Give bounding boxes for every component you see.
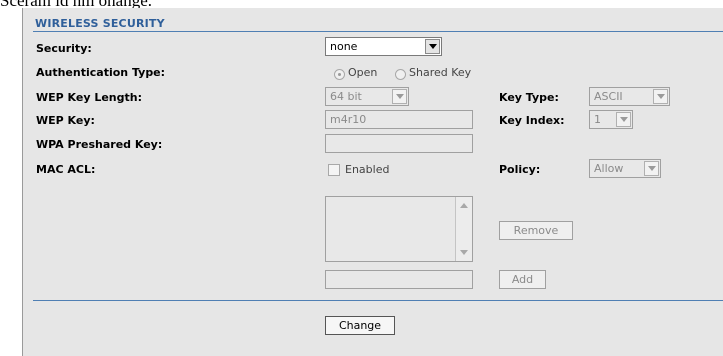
- mac-acl-list[interactable]: [325, 196, 473, 262]
- policy-value: Allow: [594, 162, 624, 175]
- auth-open-label: Open: [348, 66, 378, 79]
- auth-open-radio[interactable]: [334, 69, 345, 80]
- key-type-label: Key Type:: [499, 91, 559, 104]
- mac-acl-enabled-label: Enabled: [345, 163, 390, 176]
- key-index-select[interactable]: 1: [589, 110, 633, 129]
- chevron-down-icon[interactable]: [616, 112, 631, 127]
- key-type-select[interactable]: ASCII: [589, 87, 670, 106]
- mac-acl-list-scrollbar[interactable]: [455, 197, 472, 261]
- auth-type-label: Authentication Type:: [36, 66, 166, 79]
- security-select-value: none: [330, 40, 358, 53]
- wep-key-length-select[interactable]: 64 bit: [325, 87, 409, 106]
- chevron-down-icon[interactable]: [425, 39, 440, 54]
- security-label: Security:: [36, 42, 92, 55]
- policy-label: Policy:: [499, 163, 541, 176]
- chevron-down-icon[interactable]: [653, 89, 668, 104]
- remove-button[interactable]: Remove: [499, 221, 573, 240]
- key-index-value: 1: [594, 113, 601, 126]
- wep-key-label: WEP Key:: [36, 114, 95, 127]
- section-title: WIRELESS SECURITY: [35, 17, 165, 30]
- mac-acl-enabled-checkbox[interactable]: [328, 164, 340, 176]
- chevron-down-icon[interactable]: [392, 89, 407, 104]
- scroll-up-icon[interactable]: [460, 203, 468, 208]
- mac-acl-label: MAC ACL:: [36, 163, 96, 176]
- wep-key-input[interactable]: m4r10: [325, 110, 473, 129]
- chevron-down-icon[interactable]: [644, 161, 659, 176]
- wep-key-length-value: 64 bit: [330, 90, 362, 103]
- section-divider-bottom: [33, 300, 723, 301]
- section-divider-top: [33, 31, 723, 32]
- wep-key-value: m4r10: [330, 113, 367, 126]
- wep-key-length-label: WEP Key Length:: [36, 91, 142, 104]
- auth-shared-radio[interactable]: [395, 69, 406, 80]
- wpa-preshared-key-input[interactable]: [325, 134, 473, 153]
- scroll-down-icon[interactable]: [460, 250, 468, 255]
- auth-shared-label: Shared Key: [409, 66, 472, 79]
- security-select[interactable]: none: [325, 37, 442, 56]
- policy-select[interactable]: Allow: [589, 159, 661, 178]
- wpa-preshared-key-label: WPA Preshared Key:: [36, 138, 163, 151]
- add-button[interactable]: Add: [499, 270, 546, 289]
- key-index-label: Key Index:: [499, 114, 565, 127]
- change-button[interactable]: Change: [325, 316, 395, 335]
- key-type-value: ASCII: [594, 90, 623, 103]
- mac-address-input[interactable]: [325, 270, 473, 289]
- wireless-security-panel: WIRELESS SECURITY Security: none Authent…: [22, 8, 723, 356]
